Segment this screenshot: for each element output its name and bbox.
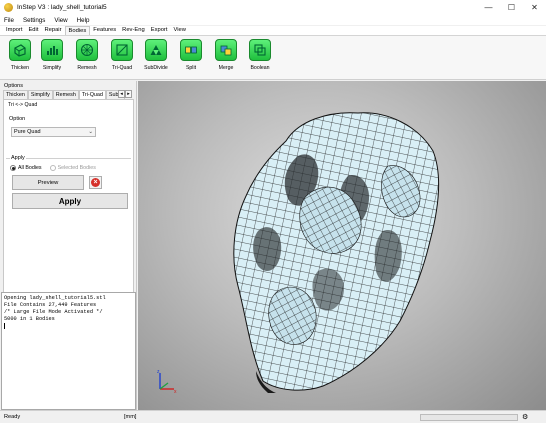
options-tabs: Thicken Simplify Remesh Tri-Quad SubD ◂ … bbox=[3, 90, 134, 99]
boolean-icon bbox=[249, 39, 271, 61]
tab-bodies[interactable]: Bodies bbox=[64, 26, 91, 35]
menu-bar: File Settings View Help bbox=[0, 15, 546, 25]
console-line: 5000 in 1 Bodies bbox=[4, 316, 55, 322]
option-label: Option bbox=[9, 116, 26, 122]
console-line: /* Large File Mode Activated */ bbox=[4, 309, 103, 315]
subtab-simplify[interactable]: Simplify bbox=[27, 90, 53, 99]
thicken-button[interactable]: Thicken bbox=[5, 39, 35, 77]
settings-gear-icon[interactable]: ⚙ bbox=[522, 413, 528, 421]
boolean-button[interactable]: Boolean bbox=[245, 39, 275, 77]
tab-scroll-right-icon[interactable]: ▸ bbox=[125, 90, 132, 98]
apply-group: Apply All Bodies Selected Bodies Preview… bbox=[6, 155, 131, 240]
console-line: File Contains 27,449 Features bbox=[4, 302, 97, 308]
apply-button[interactable]: Apply bbox=[12, 193, 128, 209]
subtab-thicken[interactable]: Thicken bbox=[3, 90, 28, 99]
console-log[interactable]: Opening lady_shell_tutorial5.stl File Co… bbox=[1, 292, 136, 410]
console-line: Opening lady_shell_tutorial5.stl bbox=[4, 295, 106, 301]
window-controls: — ☐ ✕ bbox=[477, 0, 546, 15]
units-indicator: [mm] bbox=[124, 414, 137, 420]
cancel-preview-button[interactable]: × bbox=[89, 176, 102, 189]
menu-settings[interactable]: Settings bbox=[23, 17, 45, 24]
console-caret bbox=[4, 323, 5, 329]
subtab-remesh[interactable]: Remesh bbox=[52, 90, 79, 99]
simplify-button[interactable]: Simplify bbox=[37, 39, 67, 77]
app-logo-icon bbox=[4, 3, 13, 12]
tab-scroll: ◂ ▸ bbox=[118, 90, 132, 98]
tab-scroll-left-icon[interactable]: ◂ bbox=[118, 90, 125, 98]
tab-import[interactable]: Import bbox=[3, 26, 25, 35]
window-title: InStep V3 : lady_shell_tutorial5 bbox=[17, 4, 107, 11]
thicken-icon bbox=[9, 39, 31, 61]
tri-quad-icon bbox=[111, 39, 133, 61]
all-bodies-radio[interactable] bbox=[10, 165, 16, 171]
menu-help[interactable]: Help bbox=[77, 17, 90, 24]
ribbon-tabs: Import Edit Repair Bodies Features Rev-E… bbox=[0, 26, 546, 36]
tab-view[interactable]: View bbox=[170, 26, 188, 35]
tri-quad-button[interactable]: Tri-Quad bbox=[107, 39, 137, 77]
subtab-tri-quad[interactable]: Tri-Quad bbox=[78, 90, 106, 99]
tri-quad-subtitle: Tri <-> Quad bbox=[8, 102, 38, 108]
chevron-down-icon: ⌄ bbox=[88, 129, 93, 135]
split-button[interactable]: Split bbox=[176, 39, 206, 77]
options-header: Options bbox=[4, 83, 23, 89]
axis-triad-icon: z x bbox=[157, 369, 177, 395]
remesh-icon bbox=[76, 39, 98, 61]
svg-text:x: x bbox=[174, 389, 177, 395]
apply-group-label: Apply bbox=[10, 155, 26, 161]
tri-quad-page: Tri <-> Quad Option Pure Quad ⌄ Apply Al… bbox=[3, 99, 134, 302]
split-icon bbox=[180, 39, 202, 61]
simplify-icon bbox=[41, 39, 63, 61]
remesh-button[interactable]: Remesh bbox=[72, 39, 102, 77]
maximize-button[interactable]: ☐ bbox=[500, 0, 523, 15]
selected-bodies-radio[interactable] bbox=[49, 165, 56, 171]
progress-bar bbox=[420, 414, 518, 421]
menu-file[interactable]: File bbox=[4, 17, 14, 24]
minimize-button[interactable]: — bbox=[477, 0, 500, 15]
title-bar: InStep V3 : lady_shell_tutorial5 — ☐ ✕ bbox=[0, 0, 546, 15]
preview-button[interactable]: Preview bbox=[12, 175, 84, 190]
3d-viewport[interactable]: z x bbox=[138, 81, 546, 410]
status-bar: Ready [mm] ⚙ bbox=[0, 410, 546, 423]
tab-repair[interactable]: Repair bbox=[41, 26, 64, 35]
close-button[interactable]: ✕ bbox=[523, 0, 546, 15]
mesh-model bbox=[233, 112, 440, 393]
option-select[interactable]: Pure Quad ⌄ bbox=[11, 127, 96, 137]
status-text: Ready bbox=[4, 414, 21, 420]
subdivide-button[interactable]: SubDivide bbox=[141, 39, 171, 77]
bodies-toolbar: Thicken Simplify Remesh Tri-Quad SubDivi… bbox=[0, 36, 546, 80]
merge-button[interactable]: Merge bbox=[211, 39, 241, 77]
tab-rev-eng[interactable]: Rev-Eng bbox=[119, 26, 148, 35]
all-bodies-label: All Bodies bbox=[18, 165, 42, 171]
selected-bodies-label: Selected Bodies bbox=[57, 165, 96, 171]
subdivide-icon bbox=[145, 39, 167, 61]
merge-icon bbox=[215, 39, 237, 61]
body-scope-radios: All Bodies Selected Bodies bbox=[10, 165, 96, 171]
tab-edit[interactable]: Edit bbox=[25, 26, 41, 35]
tab-features[interactable]: Features bbox=[90, 26, 119, 35]
cancel-icon: × bbox=[91, 178, 100, 187]
option-select-value: Pure Quad bbox=[14, 129, 41, 135]
tab-export[interactable]: Export bbox=[148, 26, 171, 35]
options-panel: Options Thicken Simplify Remesh Tri-Quad… bbox=[0, 81, 137, 410]
menu-view[interactable]: View bbox=[54, 17, 67, 24]
